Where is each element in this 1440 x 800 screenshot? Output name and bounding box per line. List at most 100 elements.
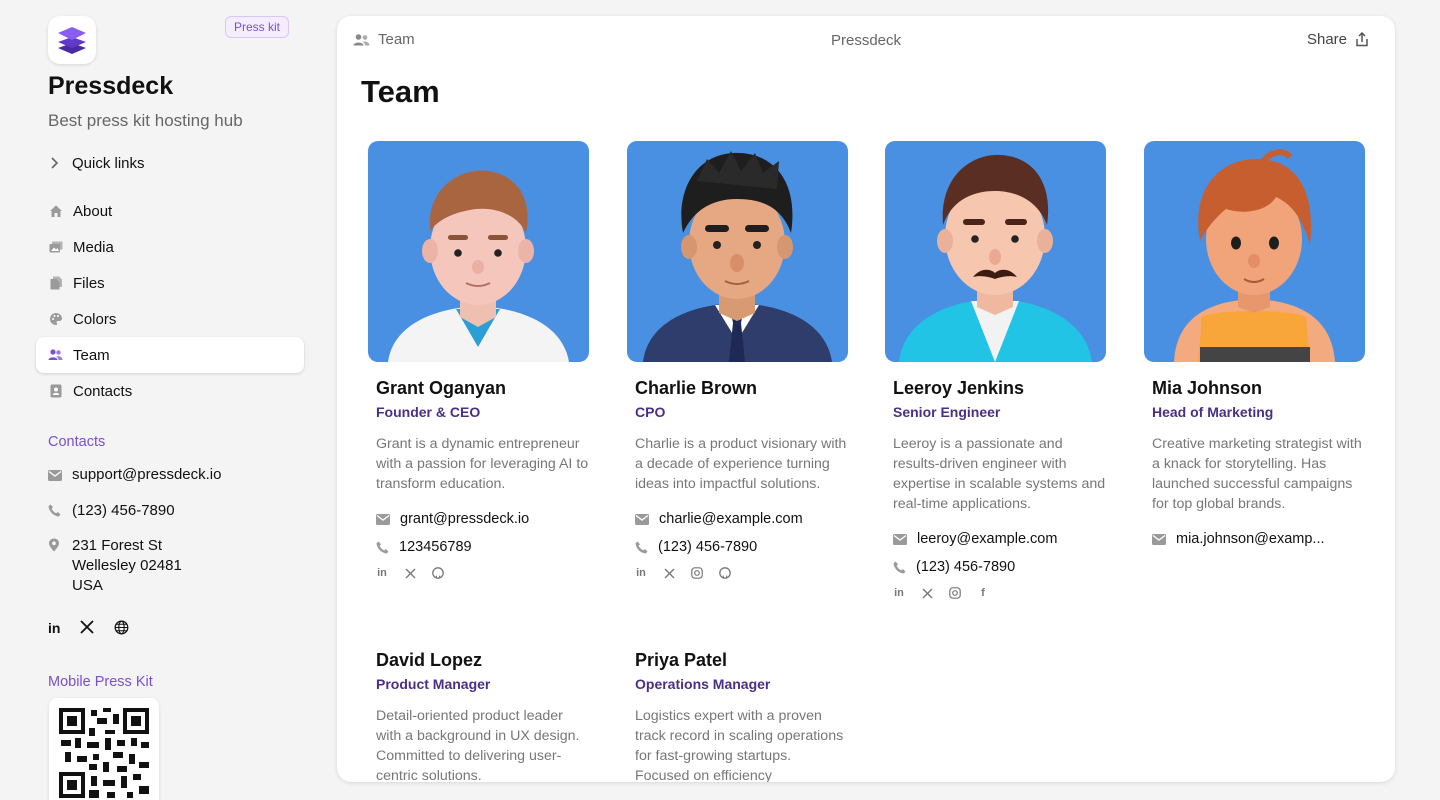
sidebar-item-label: Files: [73, 274, 105, 292]
sidebar-item-label: About: [73, 202, 113, 220]
team-member-avatar: [627, 141, 848, 362]
mail-icon: [376, 513, 390, 525]
brand-tagline: Best press kit hosting hub: [48, 111, 243, 130]
team-member-email-link[interactable]: charlie@example.com: [627, 510, 848, 528]
team-member-email: charlie@example.com: [659, 511, 803, 527]
team-member-social-links: in f: [885, 587, 1106, 599]
contact-card-icon: [48, 384, 63, 399]
instagram-icon[interactable]: [949, 587, 961, 599]
team-member-name: Grant Oganyan: [376, 378, 507, 398]
github-icon[interactable]: [432, 567, 444, 579]
pressdeck-logo[interactable]: [48, 16, 96, 64]
mobile-press-kit-qr-code[interactable]: [49, 698, 159, 800]
team-member-role: Product Manager: [376, 676, 491, 692]
team-member-bio: Logistics expert with a proven track rec…: [635, 708, 844, 782]
qr-code-icon: [59, 708, 149, 798]
files-icon: [48, 276, 63, 291]
share-label: Share: [1306, 31, 1347, 48]
team-member-bio: Detail-oriented product leader with a ba…: [376, 708, 580, 782]
address-line-3: USA: [72, 577, 103, 594]
team-member-phone-link[interactable]: 123456789: [368, 538, 589, 556]
sidebar-item-media[interactable]: Media: [36, 229, 304, 265]
company-social-links: in: [48, 620, 129, 636]
linkedin-icon[interactable]: in: [376, 567, 388, 579]
team-member-name: Leeroy Jenkins: [893, 378, 1025, 398]
quick-links-toggle[interactable]: Quick links: [48, 152, 145, 174]
sidebar-item-colors[interactable]: Colors: [36, 301, 304, 337]
team-member-card: Grant Oganyan Founder & CEO Grant is a d…: [368, 141, 589, 579]
sidebar-item-team[interactable]: Team: [36, 337, 304, 373]
press-kit-badge: Press kit: [225, 16, 290, 38]
sidebar-item-label: Team: [73, 346, 110, 364]
team-member-card: David Lopez Product Manager Detail-orien…: [368, 650, 589, 782]
layers-icon: [58, 27, 86, 54]
team-member-phone-link[interactable]: (123) 456-7890: [627, 538, 848, 556]
team-member-card: Charlie Brown CPO Charlie is a product v…: [627, 141, 848, 579]
team-member-role: Senior Engineer: [893, 404, 1001, 420]
team-member-role: Operations Manager: [635, 676, 771, 692]
location-pin-icon: [48, 538, 62, 596]
x-icon[interactable]: [921, 587, 933, 599]
team-member-role: Founder & CEO: [376, 404, 481, 420]
team-member-email: mia.johnson@examp...: [1176, 531, 1325, 547]
globe-icon[interactable]: [114, 620, 129, 635]
instagram-icon[interactable]: [691, 567, 703, 579]
linkedin-icon[interactable]: in: [893, 587, 905, 599]
x-icon[interactable]: [80, 620, 95, 634]
team-member-name: Charlie Brown: [635, 378, 758, 398]
github-icon[interactable]: [719, 567, 731, 579]
sidebar-nav: About Media Files Colors Team Contacts: [36, 193, 304, 409]
phone-icon: [893, 561, 906, 573]
team-member-bio: Charlie is a product visionary with a de…: [635, 436, 847, 492]
team-member-card: Priya Patel Operations Manager Logistics…: [627, 650, 848, 782]
linkedin-icon[interactable]: in: [635, 567, 647, 579]
company-address: 231 Forest St Wellesley 02481 USA: [48, 536, 182, 596]
support-email: support@pressdeck.io: [72, 466, 222, 483]
sidebar-item-label: Colors: [73, 310, 117, 328]
team-member-phone: 123456789: [399, 539, 472, 555]
team-member-phone-link[interactable]: (123) 456-7890: [885, 558, 1106, 576]
header-center-title: Pressdeck: [830, 32, 902, 49]
address-line-2: Wellesley 02481: [72, 557, 182, 574]
linkedin-icon[interactable]: in: [48, 620, 60, 636]
team-member-email-link[interactable]: leeroy@example.com: [885, 530, 1106, 548]
mail-icon: [1152, 533, 1166, 545]
sidebar-item-files[interactable]: Files: [36, 265, 304, 301]
team-member-name: Priya Patel: [635, 650, 728, 670]
team-member-card: Mia Johnson Head of Marketing Creative m…: [1144, 141, 1365, 548]
chevron-right-icon: [51, 157, 59, 169]
support-phone: (123) 456-7890: [72, 502, 175, 519]
x-icon[interactable]: [663, 567, 675, 579]
support-phone-link[interactable]: (123) 456-7890: [48, 502, 175, 521]
sidebar-item-label: Contacts: [73, 382, 133, 400]
team-member-card: Leeroy Jenkins Senior Engineer Leeroy is…: [885, 141, 1106, 599]
quick-links-label: Quick links: [72, 154, 145, 172]
sidebar-item-about[interactable]: About: [36, 193, 304, 229]
page-title: Team: [361, 74, 440, 109]
team-member-bio: Creative marketing strategist with a kna…: [1152, 436, 1362, 512]
team-member-phone: (123) 456-7890: [658, 539, 758, 555]
team-member-phone: (123) 456-7890: [916, 559, 1016, 575]
mobile-press-kit-title: Mobile Press Kit: [48, 674, 153, 690]
mail-icon: [893, 533, 907, 545]
team-member-bio: Leeroy is a passionate and results-drive…: [893, 436, 1106, 512]
brand-name: Pressdeck: [48, 72, 174, 100]
address-line-1: 231 Forest St: [72, 537, 163, 554]
team-member-email-link[interactable]: grant@pressdeck.io: [368, 510, 589, 528]
team-member-social-links: in: [368, 567, 589, 579]
mail-icon: [635, 513, 649, 525]
team-member-role: Head of Marketing: [1152, 404, 1274, 420]
phone-icon: [635, 541, 648, 553]
team-member-bio: Grant is a dynamic entrepreneur with a p…: [376, 436, 589, 492]
palette-icon: [48, 312, 63, 327]
team-member-name: Mia Johnson: [1152, 378, 1263, 398]
share-button[interactable]: Share: [1307, 31, 1369, 48]
team-member-email: grant@pressdeck.io: [400, 511, 530, 527]
team-member-email-link[interactable]: mia.johnson@examp...: [1144, 530, 1365, 548]
support-email-link[interactable]: support@pressdeck.io: [48, 466, 221, 485]
main-panel: Team Pressdeck Share Team Grant Oganyan …: [337, 16, 1395, 782]
sidebar-item-contacts[interactable]: Contacts: [36, 373, 304, 409]
x-icon[interactable]: [404, 567, 416, 579]
facebook-icon[interactable]: f: [977, 587, 989, 599]
sidebar: Press kit Pressdeck Best press kit hosti…: [0, 0, 320, 800]
